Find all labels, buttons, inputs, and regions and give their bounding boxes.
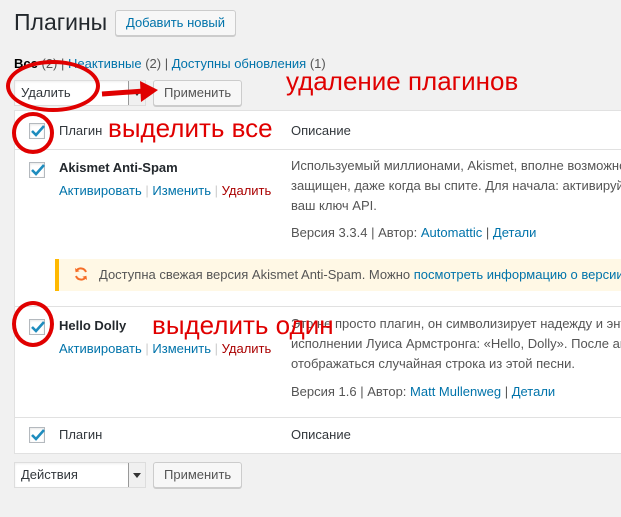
header-divider [15, 149, 621, 150]
author-prefix: Автор: [378, 225, 418, 240]
activate-link[interactable]: Активировать [59, 341, 142, 356]
update-message: Доступна свежая версия Akismet Anti-Spam… [99, 267, 621, 282]
author-prefix: Автор: [367, 384, 407, 399]
activate-link[interactable]: Активировать [59, 183, 142, 198]
bulk-action-select-bottom[interactable]: Действия [14, 462, 146, 488]
bulk-action-selected-bottom: Действия [21, 467, 78, 482]
author-link[interactable]: Matt Mullenweg [410, 384, 501, 399]
annotation-delete-plugins: удаление плагинов [286, 66, 519, 96]
delete-link[interactable]: Удалить [222, 183, 272, 198]
edit-link[interactable]: Изменить [152, 341, 211, 356]
delete-link[interactable]: Удалить [222, 341, 272, 356]
annotation-circle-bulk-select [6, 60, 100, 112]
plugin-version: Версия 3.3.4 [291, 225, 368, 240]
update-icon [73, 266, 89, 285]
view-version-details-link[interactable]: посмотреть информацию о версии [414, 267, 621, 282]
author-link[interactable]: Automattic [421, 225, 482, 240]
description-line: Используемый миллионами, Akismet, вполне… [291, 158, 621, 173]
add-new-button[interactable]: Добавить новый [115, 10, 236, 36]
plugins-table: Плагин Описание Akismet Anti-Spam Активи… [14, 110, 621, 454]
plugin-description-akismet: Используемый миллионами, Akismet, вполне… [291, 156, 621, 216]
filter-inactive-count: (2) [145, 56, 162, 71]
plugin-meta-akismet: Версия 3.3.4 | Автор: Automattic | Детал… [291, 225, 537, 240]
description-line: защищен, даже когда вы спите. Для начала… [291, 178, 621, 193]
select-all-checkbox-footer[interactable] [29, 427, 45, 443]
details-link[interactable]: Детали [512, 384, 556, 399]
update-text: Доступна свежая версия Akismet Anti-Spam… [99, 267, 411, 282]
update-notice-akismet: Доступна свежая версия Akismet Anti-Spam… [55, 259, 621, 291]
plugin-checkbox-akismet[interactable] [29, 162, 45, 178]
page-title: Плагины [14, 9, 108, 35]
plugin-title-akismet: Akismet Anti-Spam [59, 160, 178, 175]
plugin-title-hello-dolly: Hello Dolly [59, 318, 127, 333]
column-header-plugin[interactable]: Плагин [59, 123, 102, 138]
row-divider [15, 306, 621, 307]
description-line: исполнении Луиса Армстронга: «Hello, Dol… [291, 336, 621, 351]
column-footer-plugin[interactable]: Плагин [59, 427, 102, 442]
row-actions-hello-dolly: Активировать | Изменить | Удалить [59, 341, 272, 356]
plugin-version: Версия 1.6 [291, 384, 357, 399]
edit-link[interactable]: Изменить [152, 183, 211, 198]
annotation-select-all: выделить все [108, 113, 273, 143]
details-link[interactable]: Детали [493, 225, 537, 240]
apply-button-bottom[interactable]: Применить [153, 462, 243, 488]
plugin-description-hello-dolly: Это не просто плагин, он символизирует н… [291, 314, 621, 374]
annotation-circle-select-all [12, 112, 54, 154]
description-line: отображаться случайная строка из этой пе… [291, 356, 575, 371]
footer-divider [15, 417, 621, 418]
description-line: ваш ключ API. [291, 198, 377, 213]
annotation-arrow-icon [101, 81, 158, 102]
column-footer-description: Описание [291, 427, 351, 442]
annotation-circle-select-one [12, 301, 54, 347]
column-header-description: Описание [291, 123, 351, 138]
row-actions-akismet: Активировать | Изменить | Удалить [59, 183, 272, 198]
plugin-meta-hello-dolly: Версия 1.6 | Автор: Matt Mullenweg | Дет… [291, 384, 556, 399]
annotation-select-one: выделить один [152, 310, 334, 340]
chevron-down-icon [128, 463, 145, 487]
description-line: Это не просто плагин, он символизирует н… [291, 316, 621, 331]
filter-separator: | [164, 56, 169, 71]
apply-button-top[interactable]: Применить [153, 80, 243, 106]
